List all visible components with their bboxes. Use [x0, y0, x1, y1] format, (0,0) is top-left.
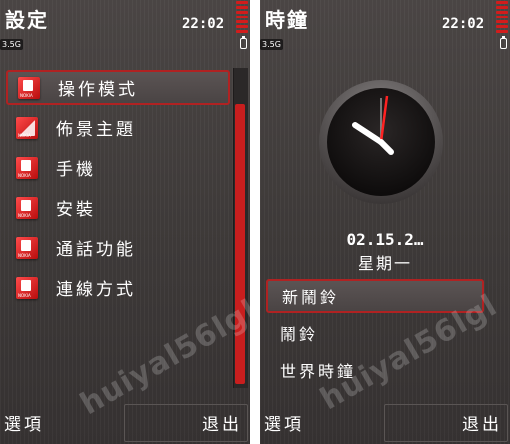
menu-item-label: 操作模式 — [58, 80, 138, 100]
battery-icon — [240, 36, 247, 49]
signal-icon — [496, 1, 508, 34]
clock-screen: 時鐘 22:02 3.5G 02.15.2… 星期一 新鬧鈴 鬧鈴 世界時鐘 h… — [260, 0, 510, 444]
status-time: 22:02 — [182, 16, 225, 32]
screen-title: 設定 — [5, 8, 49, 32]
status-bar: 設定 22:02 — [0, 0, 250, 40]
install-icon: NOKIA — [16, 196, 38, 219]
menu-item-label: 通話功能 — [56, 240, 136, 260]
call-icon: NOKIA — [16, 236, 38, 259]
status-bar: 時鐘 22:02 — [260, 0, 510, 40]
menu-item-connectivity[interactable]: NOKIA 連線方式 — [6, 270, 230, 305]
connectivity-icon: NOKIA — [16, 276, 38, 299]
scrollbar-thumb[interactable] — [235, 104, 245, 384]
analog-clock-icon — [319, 80, 443, 204]
exit-softkey[interactable]: 退出 — [202, 410, 242, 435]
signal-icon — [236, 1, 248, 34]
menu-item-label: 佈景主題 — [56, 120, 136, 140]
status-time: 22:02 — [442, 16, 485, 32]
options-softkey[interactable]: 選項 — [4, 410, 44, 435]
menu-item-label: 手機 — [56, 160, 96, 180]
weekday-label: 星期一 — [357, 254, 412, 273]
screen-title: 時鐘 — [265, 8, 309, 32]
menu-item-profiles[interactable]: NOKIA 操作模式 — [6, 70, 230, 105]
settings-screen: 設定 22:02 3.5G NOKIA 操作模式 NOKIA 佈景主題 NOKI… — [0, 0, 250, 444]
exit-softkey[interactable]: 退出 — [462, 410, 502, 435]
network-indicator: 3.5G — [0, 39, 23, 50]
battery-icon — [500, 36, 507, 49]
menu-item-label: 新鬧鈴 — [282, 288, 340, 307]
network-indicator: 3.5G — [260, 39, 283, 50]
profiles-icon: NOKIA — [18, 76, 40, 99]
date-label: 02.15.2… — [346, 230, 424, 249]
settings-menu: NOKIA 操作模式 NOKIA 佈景主題 NOKIA 手機 NOKIA 安裝 … — [6, 70, 230, 310]
menu-item-phone[interactable]: NOKIA 手機 — [6, 150, 230, 185]
options-softkey[interactable]: 選項 — [264, 410, 304, 435]
menu-item-label: 安裝 — [56, 200, 96, 220]
phone-icon: NOKIA — [16, 156, 38, 179]
menu-item-label: 連線方式 — [56, 280, 136, 300]
menu-item-install[interactable]: NOKIA 安裝 — [6, 190, 230, 225]
menu-item-label: 鬧鈴 — [280, 325, 319, 344]
themes-icon: NOKIA — [16, 116, 38, 139]
menu-item-themes[interactable]: NOKIA 佈景主題 — [6, 110, 230, 145]
menu-item-call[interactable]: NOKIA 通話功能 — [6, 230, 230, 265]
